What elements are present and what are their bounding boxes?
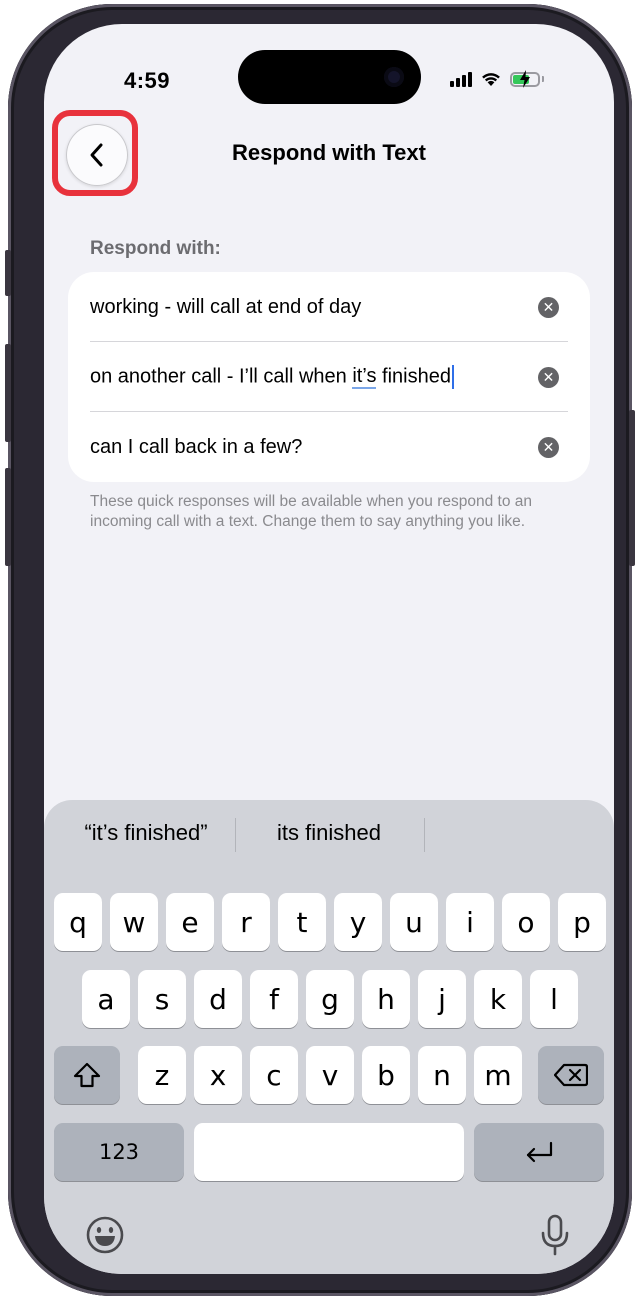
text-caret <box>451 365 454 389</box>
clear-icon[interactable]: ✕ <box>538 296 559 318</box>
key-p[interactable]: p <box>558 893 606 951</box>
signal-icon <box>450 71 472 87</box>
key-g[interactable]: g <box>306 970 354 1028</box>
key-w[interactable]: w <box>110 893 158 951</box>
key-i[interactable]: i <box>446 893 494 951</box>
key-t[interactable]: t <box>278 893 326 951</box>
response-row[interactable]: on another call - I’ll call when it’s fi… <box>68 342 590 412</box>
emoji-button[interactable] <box>82 1212 128 1258</box>
key-j[interactable]: j <box>418 970 466 1028</box>
status-time: 4:59 <box>124 68 171 93</box>
camera-icon <box>384 67 404 87</box>
key-o[interactable]: o <box>502 893 550 951</box>
status-icons <box>450 69 544 88</box>
key-x[interactable]: x <box>194 1046 242 1104</box>
key-u[interactable]: u <box>390 893 438 951</box>
key-d[interactable]: d <box>194 970 242 1028</box>
key-s[interactable]: s <box>138 970 186 1028</box>
volume-up-button <box>5 344 11 442</box>
dictation-button[interactable] <box>532 1212 578 1258</box>
suggestion-2[interactable]: its finished <box>236 820 422 846</box>
response-row[interactable]: can I call back in a few? ✕ <box>68 412 590 482</box>
key-l[interactable]: l <box>530 970 578 1028</box>
return-key[interactable] <box>474 1123 604 1181</box>
action-button <box>5 250 11 296</box>
key-e[interactable]: e <box>166 893 214 951</box>
spelling-underline-word[interactable]: it’s <box>352 365 377 390</box>
phone-frame: 4:59 Respond with Text Respond with: wor… <box>5 4 635 1296</box>
wifi-icon <box>482 73 500 86</box>
delete-key[interactable] <box>538 1046 604 1104</box>
key-c[interactable]: c <box>250 1046 298 1104</box>
section-header: Respond with: <box>90 238 221 259</box>
key-r[interactable]: r <box>222 893 270 951</box>
suggestion-divider <box>424 818 425 852</box>
responses-list: working - will call at end of day ✕ on a… <box>68 272 590 482</box>
key-a[interactable]: a <box>82 970 130 1028</box>
clear-icon[interactable]: ✕ <box>538 366 559 388</box>
response-field-2[interactable]: on another call - I’ll call when it’s fi… <box>90 365 454 390</box>
key-f[interactable]: f <box>250 970 298 1028</box>
clear-icon[interactable]: ✕ <box>538 436 559 458</box>
key-z[interactable]: z <box>138 1046 186 1104</box>
numbers-key[interactable]: 123 <box>54 1123 184 1181</box>
shift-key[interactable] <box>54 1046 120 1104</box>
key-v[interactable]: v <box>306 1046 354 1104</box>
response-text-end: finished <box>376 365 451 388</box>
response-text: on another call - I’ll call when <box>90 365 353 388</box>
microphone-icon <box>541 1214 569 1256</box>
power-button <box>629 410 635 566</box>
keyboard: “it’s finished” its finished qwertyuiop … <box>44 800 614 1274</box>
footer-note: These quick responses will be available … <box>90 493 533 530</box>
dynamic-island <box>238 50 421 104</box>
battery-icon <box>510 69 540 88</box>
response-field-3[interactable]: can I call back in a few? <box>90 436 302 459</box>
shift-icon <box>73 1062 101 1088</box>
suggestion-bar: “it’s finished” its finished <box>44 814 614 856</box>
battery-tip <box>542 76 544 82</box>
key-n[interactable]: n <box>418 1046 466 1104</box>
emoji-icon <box>86 1216 124 1254</box>
page-title: Respond with Text <box>232 140 426 165</box>
screen: 4:59 Respond with Text Respond with: wor… <box>44 24 614 1274</box>
volume-down-button <box>5 468 11 566</box>
space-key[interactable] <box>194 1123 464 1181</box>
response-field-1[interactable]: working - will call at end of day <box>90 296 361 319</box>
key-m[interactable]: m <box>474 1046 522 1104</box>
key-k[interactable]: k <box>474 970 522 1028</box>
key-b[interactable]: b <box>362 1046 410 1104</box>
key-q[interactable]: q <box>54 893 102 951</box>
suggestion-1[interactable]: “it’s finished” <box>56 820 236 846</box>
return-icon <box>526 1141 553 1163</box>
delete-icon <box>554 1063 588 1087</box>
key-y[interactable]: y <box>334 893 382 951</box>
key-h[interactable]: h <box>362 970 410 1028</box>
response-row[interactable]: working - will call at end of day ✕ <box>68 272 590 342</box>
